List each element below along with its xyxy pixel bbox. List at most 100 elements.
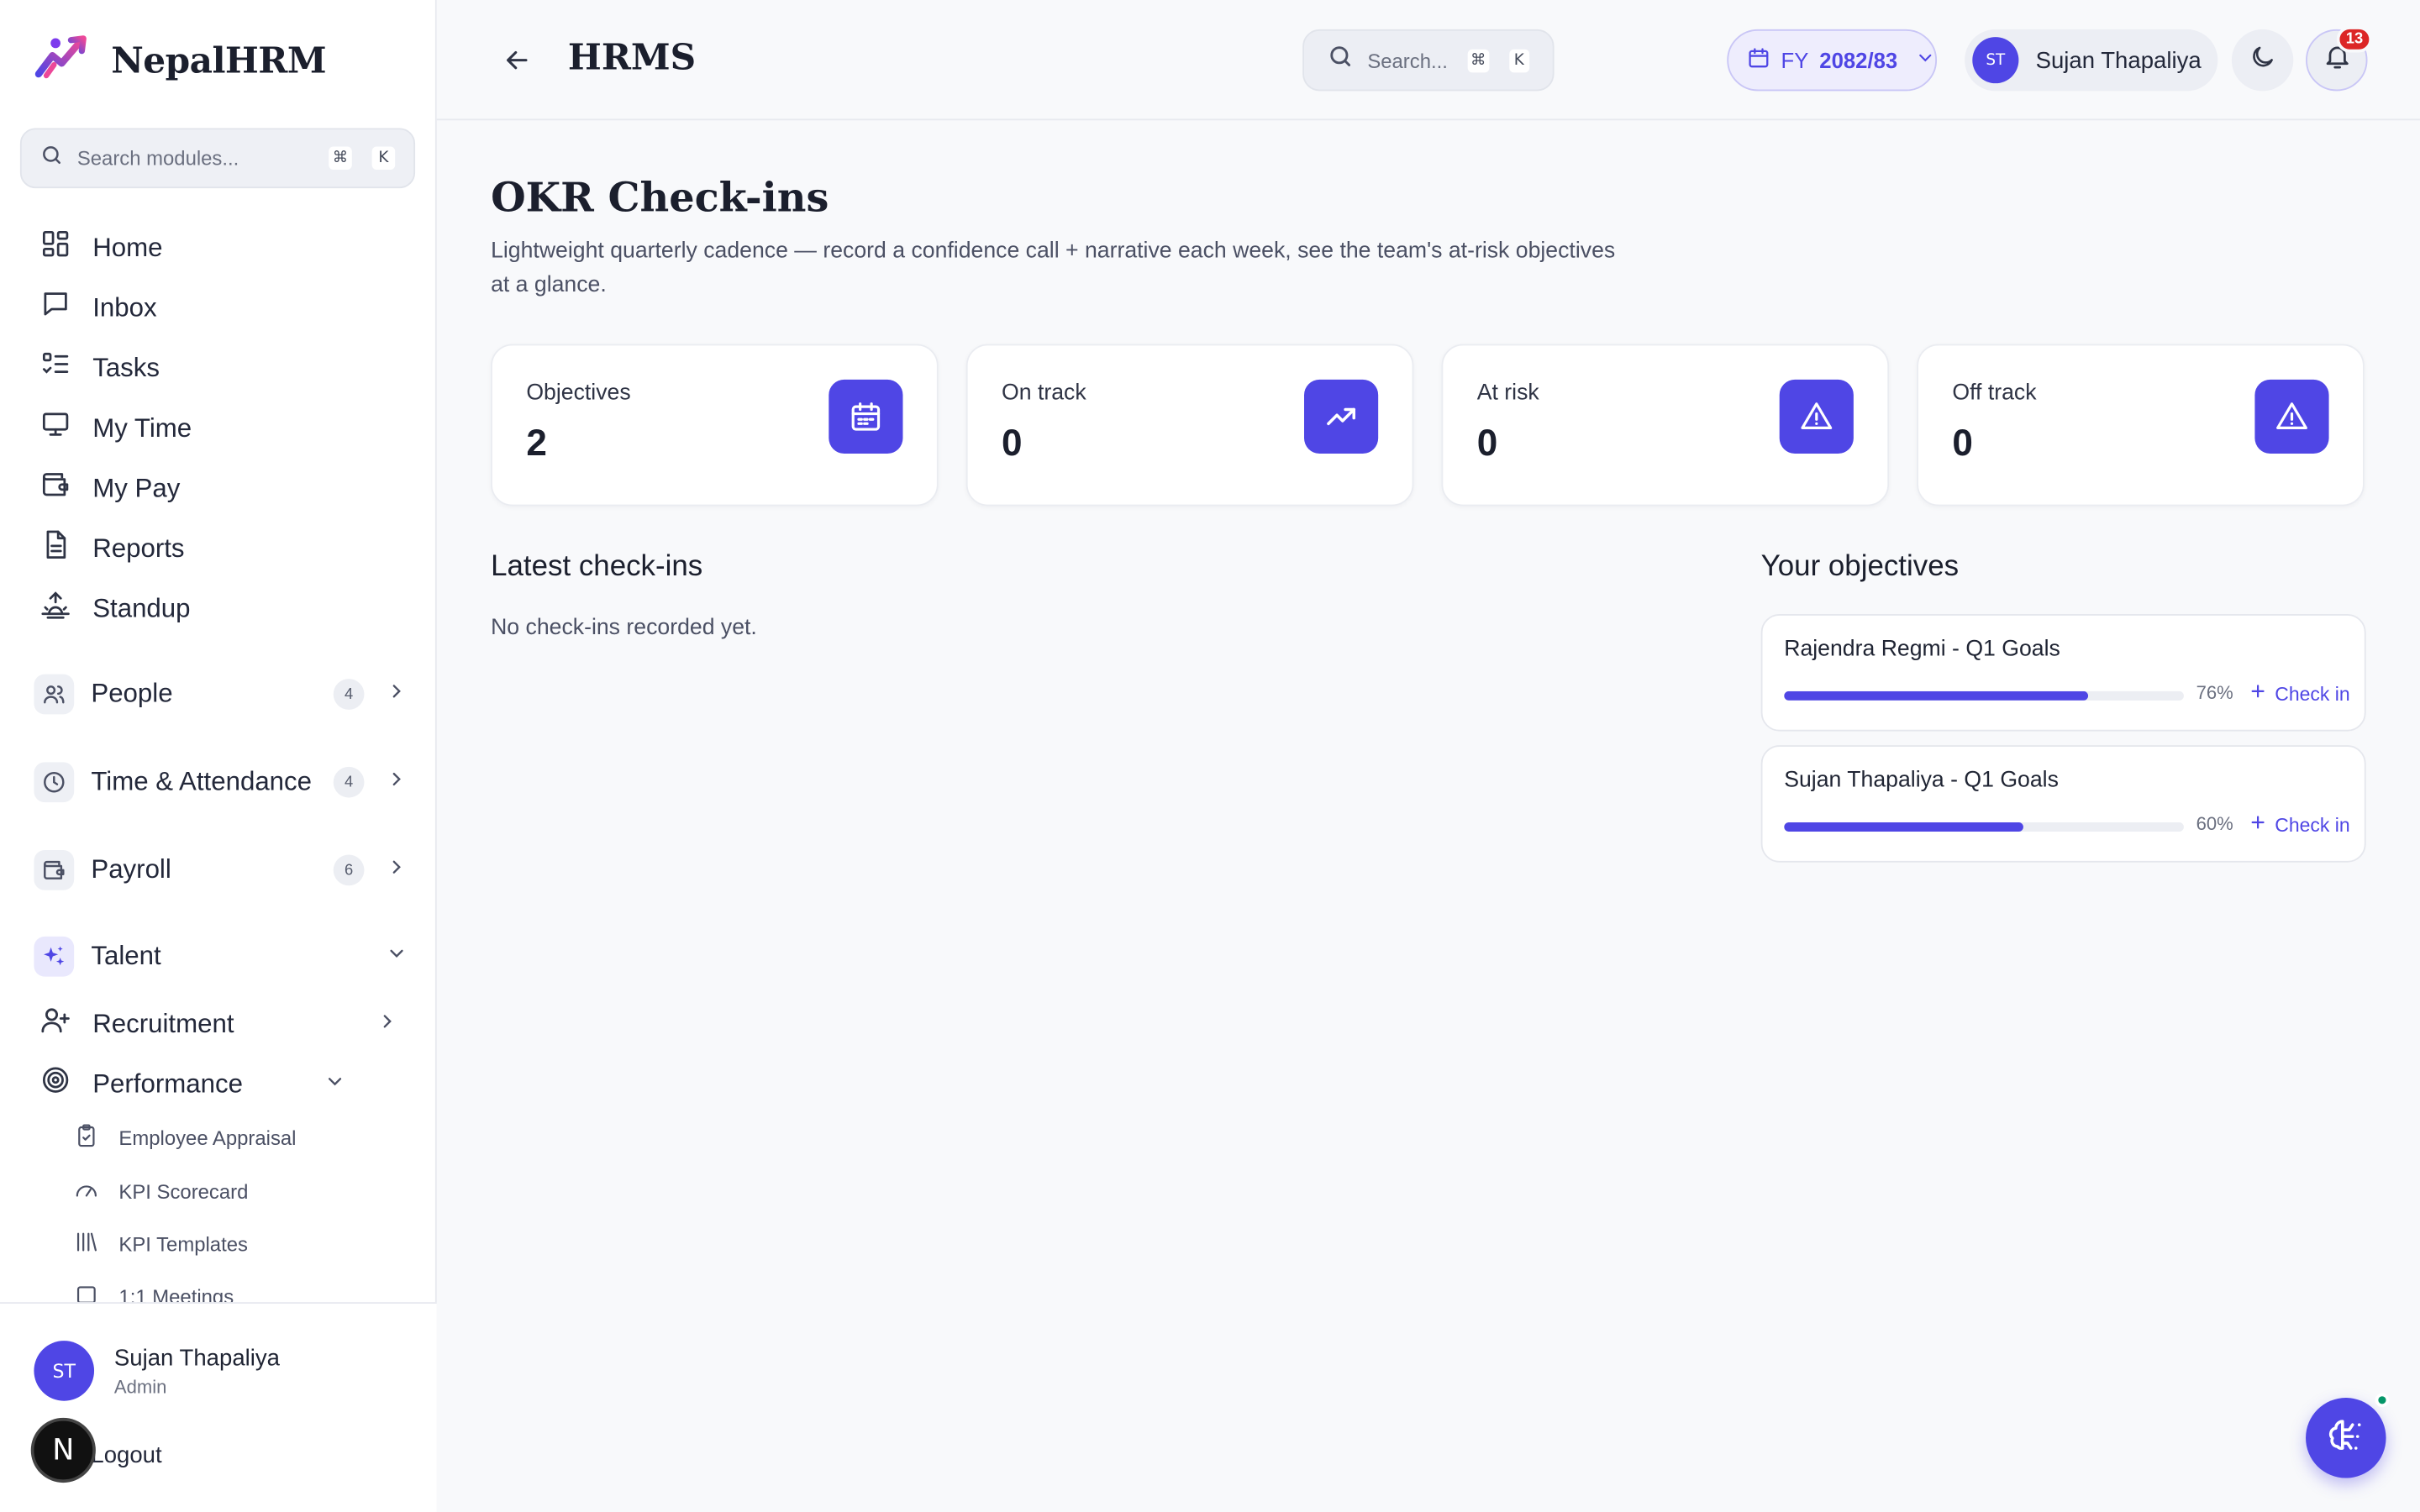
chevron-right-icon — [376, 1008, 398, 1039]
current-user[interactable]: ST Sujan Thapaliya Admin — [34, 1341, 280, 1401]
app-section-title: HRMS — [567, 37, 697, 79]
library-icon — [74, 1230, 98, 1259]
avatar: ST — [1972, 37, 2019, 84]
ai-assistant-icon — [2326, 1414, 2366, 1462]
sunrise-icon — [40, 590, 71, 628]
sidebar: NepalHRM Search modules... ⌘ K Home Inbo… — [0, 0, 437, 1512]
sidebar-item-label: Inbox — [92, 292, 157, 322]
objective-name: Sujan Thapaliya - Q1 Goals — [1784, 768, 2059, 794]
stat-value: 0 — [1002, 423, 1023, 465]
stat-value: 0 — [1952, 423, 1973, 465]
stat-card-at-risk: At risk 0 — [1441, 344, 1890, 507]
sidebar-item-kpi-templates[interactable]: KPI Templates — [74, 1230, 248, 1259]
stat-card-off-track: Off track 0 — [1917, 344, 2365, 507]
message-icon — [40, 288, 71, 327]
sidebar-group-label: People — [91, 679, 173, 709]
stat-value: 2 — [526, 423, 547, 465]
global-search-input[interactable]: Search... ⌘ K — [1302, 29, 1555, 92]
sidebar-item-label: KPI Templates — [118, 1232, 248, 1257]
kbd-command: ⌘ — [329, 146, 352, 171]
progress-fill — [1784, 690, 2088, 701]
objective-card: Rajendra Regmi - Q1 Goals 76% Check in — [1760, 614, 2366, 732]
wallet-icon — [40, 469, 71, 507]
sidebar-item-tasks[interactable]: Tasks — [40, 349, 160, 387]
plus-icon — [2249, 682, 2267, 706]
top-header: HRMS Search... ⌘ K FY 2082/83 ST Sujan T… — [436, 0, 2420, 121]
sidebar-group-people[interactable]: People 4 — [34, 674, 408, 715]
sidebar-item-performance[interactable]: Performance — [40, 1064, 346, 1103]
count-badge: 6 — [333, 854, 365, 886]
sparkles-icon — [34, 936, 75, 977]
sidebar-item-home[interactable]: Home — [40, 228, 163, 267]
check-in-button[interactable]: Check in — [2249, 813, 2350, 837]
search-icon — [40, 143, 64, 174]
online-status-dot — [2375, 1393, 2390, 1408]
check-in-label: Check in — [2275, 813, 2350, 836]
back-arrow-icon[interactable] — [502, 45, 533, 83]
sidebar-item-label: Employee Appraisal — [118, 1126, 297, 1150]
page-title: OKR Check-ins — [491, 176, 829, 223]
sidebar-group-payroll[interactable]: Payroll 6 — [34, 850, 407, 890]
warning-icon — [1779, 379, 1854, 454]
sidebar-item-label: My Time — [92, 412, 192, 443]
stat-label: At risk — [1476, 381, 1539, 407]
chevron-right-icon — [386, 855, 408, 886]
latest-checkins-title: Latest check-ins — [491, 550, 703, 584]
stat-card-on-track: On track 0 — [965, 344, 1414, 507]
wallet-icon — [34, 850, 75, 890]
objective-name: Rajendra Regmi - Q1 Goals — [1784, 637, 2060, 662]
user-name: Sujan Thapaliya — [113, 1344, 281, 1371]
sidebar-item-label: Tasks — [92, 352, 160, 382]
sidebar-item-inbox[interactable]: Inbox — [40, 288, 157, 327]
your-objectives-title: Your objectives — [1760, 550, 1960, 584]
theme-toggle-button[interactable] — [2231, 29, 2294, 92]
brand-title: NepalHRM — [111, 39, 327, 82]
fiscal-year-select[interactable]: FY 2082/83 — [1727, 29, 1938, 92]
sidebar-item-standup[interactable]: Standup — [40, 590, 191, 628]
sidebar-item-label: Recruitment — [92, 1008, 234, 1038]
next-logo-icon: N — [52, 1433, 75, 1467]
chevron-right-icon — [386, 679, 408, 710]
sidebar-item-reports[interactable]: Reports — [40, 529, 185, 568]
sidebar-item-my-pay[interactable]: My Pay — [40, 469, 181, 507]
sidebar-item-label: Reports — [92, 533, 185, 563]
kbd-k: K — [1508, 48, 1530, 72]
sidebar-item-label: KPI Scorecard — [118, 1180, 249, 1204]
page-description: Lightweight quarterly cadence — record a… — [491, 239, 1616, 298]
document-icon — [40, 529, 71, 568]
progress-bar — [1784, 690, 2184, 701]
user-name: Sujan Thapaliya — [2035, 47, 2202, 74]
logo-icon — [34, 34, 92, 87]
sidebar-item-my-time[interactable]: My Time — [40, 409, 192, 448]
check-in-button[interactable]: Check in — [2249, 682, 2350, 706]
sidebar-group-talent[interactable]: Talent — [34, 936, 407, 977]
monitor-icon — [40, 409, 71, 448]
sidebar-item-kpi-scorecard[interactable]: KPI Scorecard — [74, 1177, 248, 1206]
sidebar-group-time-attendance[interactable]: Time & Attendance 4 — [34, 762, 407, 803]
chevron-down-icon — [1914, 48, 1934, 72]
count-badge: 4 — [333, 766, 365, 798]
target-icon — [40, 1064, 71, 1103]
progress-fill — [1784, 822, 2024, 832]
logout-button[interactable]: Logout — [91, 1442, 161, 1468]
kbd-k: K — [371, 146, 396, 171]
assistant-chat-button[interactable] — [2306, 1398, 2386, 1478]
calendar-icon — [829, 379, 903, 454]
sidebar-item-employee-appraisal[interactable]: Employee Appraisal — [74, 1123, 296, 1152]
notifications-button[interactable]: 13 — [2306, 26, 2373, 92]
fy-value: 2082/83 — [1819, 47, 1898, 73]
sidebar-item-recruitment[interactable]: Recruitment — [40, 1005, 398, 1043]
user-role: Admin — [113, 1375, 167, 1398]
kbd-command: ⌘ — [1467, 48, 1489, 72]
count-badge: 4 — [333, 679, 365, 710]
user-menu[interactable]: ST Sujan Thapaliya — [1965, 29, 2218, 92]
checklist-icon — [40, 349, 71, 387]
module-search-input[interactable]: Search modules... ⌘ K — [19, 128, 416, 189]
next-devtools-button[interactable]: N — [30, 1417, 96, 1483]
search-placeholder: Search modules... — [76, 146, 239, 171]
fy-prefix: FY — [1781, 47, 1809, 73]
trending-up-icon — [1304, 379, 1379, 454]
plus-icon — [2249, 813, 2267, 837]
chevron-down-icon — [324, 1068, 346, 1100]
brand[interactable]: NepalHRM — [34, 34, 327, 87]
